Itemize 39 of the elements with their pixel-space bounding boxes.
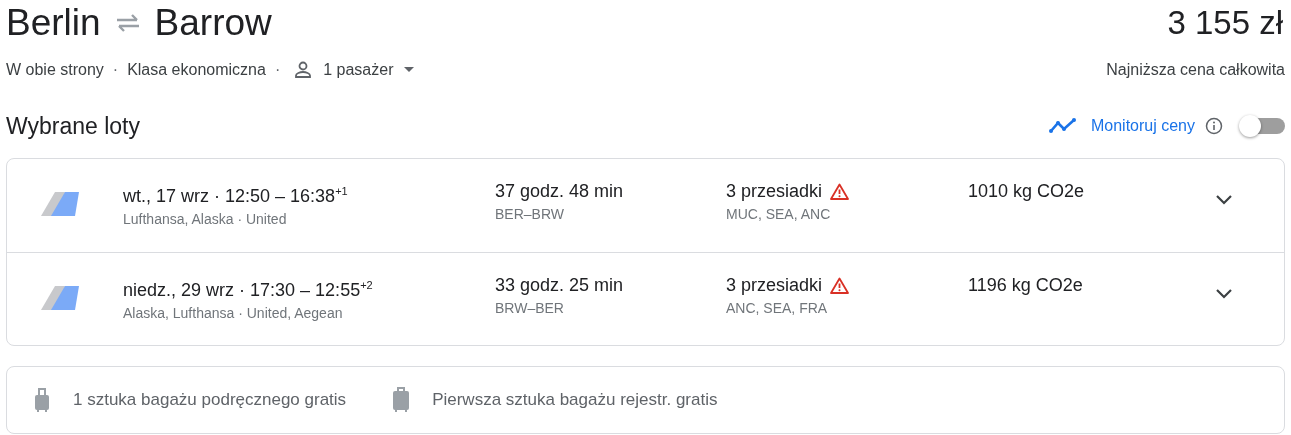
airline-names: Lufthansa, Alaska · United bbox=[123, 211, 288, 227]
flight-schedule: niedz., 29 wrz · 17:30 – 12:55$^{+2}$ bbox=[123, 278, 374, 302]
section-title: Wybrane loty bbox=[6, 112, 140, 140]
emissions: 1196 kg CO2e bbox=[968, 274, 1084, 297]
price-note: Najniższa cena całkowita bbox=[1106, 61, 1285, 79]
flight-duration: 33 godz. 25 min bbox=[495, 274, 625, 297]
trend-line-icon bbox=[1048, 118, 1077, 134]
flight-route: BRW–BER bbox=[495, 300, 565, 316]
origin-city: Berlin bbox=[6, 2, 101, 44]
info-icon[interactable] bbox=[1205, 117, 1223, 135]
separator: · bbox=[274, 61, 281, 79]
passenger-dropdown[interactable]: 1 pasażer bbox=[289, 60, 420, 80]
emissions: 1010 kg CO2e bbox=[968, 180, 1086, 203]
separator: · bbox=[112, 61, 119, 79]
chevron-down-icon bbox=[1214, 193, 1234, 207]
monitor-toggle[interactable] bbox=[1239, 115, 1285, 137]
baggage-allowance: Pierwsza sztuka bagażu rejestr. gratis bbox=[432, 390, 718, 410]
total-price: 3 155 zł bbox=[1167, 4, 1284, 42]
flight-schedule: wt., 17 wrz · 12:50 – 16:38$^{+1}$ bbox=[123, 184, 349, 208]
stopover-airports: MUC, SEA, ANC bbox=[726, 206, 832, 222]
flight-route: BER–BRW bbox=[495, 206, 565, 222]
stopover-airports: ANC, SEA, FRA bbox=[726, 300, 829, 316]
carry-on-bag-icon bbox=[33, 387, 51, 413]
airline-tail-icon bbox=[39, 189, 81, 217]
airline-names: Alaska, Lufthansa · United, Aegean bbox=[123, 305, 344, 321]
suitcase-icon bbox=[392, 387, 411, 413]
dropdown-caret-icon bbox=[403, 66, 416, 74]
cabin-class: Klasa ekonomiczna bbox=[127, 61, 266, 79]
baggage-allowance: 1 sztuka bagażu podręcznego gratis bbox=[73, 390, 347, 410]
airline-tail-icon bbox=[39, 283, 81, 311]
chevron-down-icon bbox=[1214, 287, 1234, 301]
swap-arrows-icon bbox=[114, 14, 141, 32]
stops-count: 3 przesiadki bbox=[726, 180, 823, 203]
monitor-prices-label: Monitoruj ceny bbox=[1090, 117, 1195, 135]
stops-count: 3 przesiadki bbox=[726, 274, 823, 297]
flight-duration: 37 godz. 48 min bbox=[495, 180, 625, 203]
person-icon bbox=[293, 60, 314, 80]
trip-type: W obie strony bbox=[6, 61, 104, 79]
destination-city: Barrow bbox=[154, 2, 272, 44]
